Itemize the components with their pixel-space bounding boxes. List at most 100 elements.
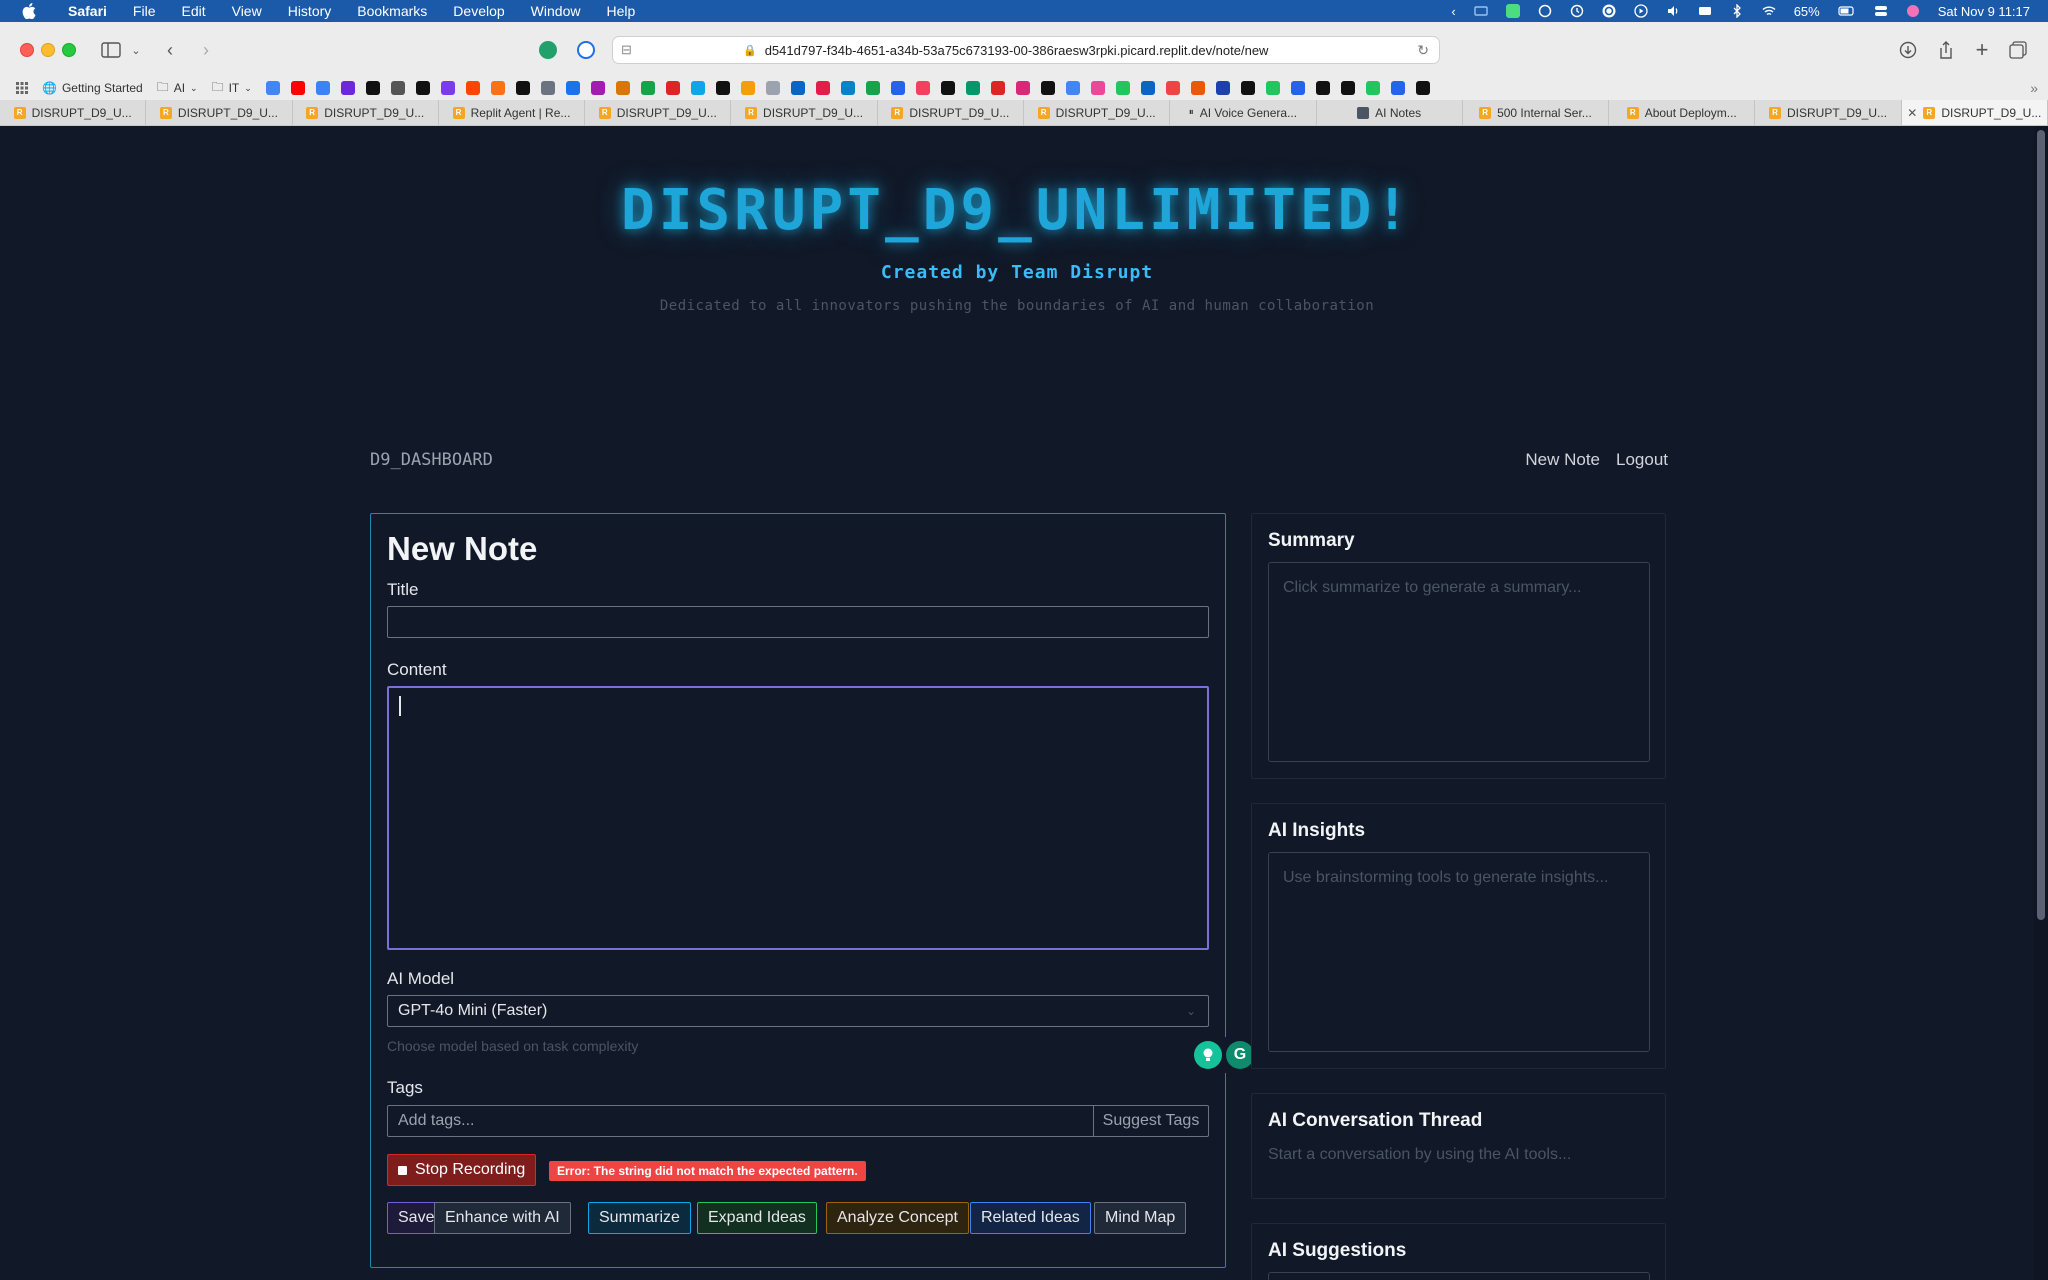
favorite-site-icon[interactable]: [765, 81, 780, 95]
enhance-with-ai-button[interactable]: Enhance with AI: [434, 1202, 571, 1234]
favorite-site-icon[interactable]: [465, 81, 480, 95]
favorite-site-icon[interactable]: [915, 81, 930, 95]
menu-window[interactable]: Window: [531, 3, 581, 19]
favorite-folder-ai[interactable]: 🗀 AI ⌄: [157, 78, 198, 99]
play-icon[interactable]: [1634, 4, 1648, 18]
favorite-site-icon[interactable]: [1290, 81, 1305, 95]
menu-app-name[interactable]: Safari: [68, 3, 107, 19]
grammarly-icon[interactable]: [1602, 4, 1616, 18]
browser-tab[interactable]: R DISRUPT_D9_U...: [146, 100, 293, 125]
favorite-site-icon[interactable]: [865, 81, 880, 95]
back-button[interactable]: ‹: [158, 36, 182, 64]
favorite-site-icon[interactable]: [1140, 81, 1155, 95]
favorite-site-icon[interactable]: [515, 81, 530, 95]
apple-logo-icon[interactable]: [20, 3, 38, 19]
related-ideas-button[interactable]: Related Ideas: [970, 1202, 1091, 1234]
favorite-site-icon[interactable]: [1265, 81, 1280, 95]
favorite-getting-started[interactable]: 🌐 Getting Started: [42, 81, 143, 95]
favorite-site-icon[interactable]: [1365, 81, 1380, 95]
favorite-site-icon[interactable]: [390, 81, 405, 95]
browser-tab[interactable]: ⏸ AI Voice Genera...: [1170, 100, 1317, 125]
favorite-site-icon[interactable]: [415, 81, 430, 95]
browser-tab[interactable]: R DISRUPT_D9_U...: [0, 100, 147, 125]
lightbulb-icon[interactable]: [1194, 1041, 1222, 1069]
new-tab-icon[interactable]: +: [1970, 36, 1994, 64]
browser-tab[interactable]: R About Deploym...: [1609, 100, 1756, 125]
more-favorites-icon[interactable]: »: [2030, 80, 2038, 96]
page-settings-icon[interactable]: ⊟: [621, 42, 632, 58]
favorite-site-icon[interactable]: [340, 81, 355, 95]
favorite-site-icon[interactable]: [890, 81, 905, 95]
grammarly-extension-icon[interactable]: [539, 41, 557, 59]
menu-view[interactable]: View: [232, 3, 262, 19]
feather-app-icon[interactable]: [1505, 4, 1520, 18]
control-center-icon[interactable]: [1874, 4, 1888, 18]
close-tab-icon[interactable]: ✕: [1907, 106, 1917, 120]
keyboard-icon[interactable]: [1698, 4, 1712, 18]
wifi-icon[interactable]: [1762, 4, 1776, 18]
dashboard-brand-link[interactable]: D9_DASHBOARD: [370, 450, 493, 470]
favorite-site-icon[interactable]: [1040, 81, 1055, 95]
browser-tab[interactable]: R DISRUPT_D9_U...: [878, 100, 1024, 125]
favorite-site-icon[interactable]: [990, 81, 1005, 95]
browser-tab[interactable]: R DISRUPT_D9_U...: [1024, 100, 1171, 125]
menu-help[interactable]: Help: [606, 3, 635, 19]
favorite-site-icon[interactable]: [615, 81, 630, 95]
zoom-window-button[interactable]: [62, 43, 76, 57]
favorite-site-icon[interactable]: [315, 81, 330, 95]
favorite-site-icon[interactable]: [840, 81, 855, 95]
menu-bookmarks[interactable]: Bookmarks: [357, 3, 427, 19]
menubar-clock[interactable]: Sat Nov 9 11:17: [1938, 4, 2030, 19]
share-icon[interactable]: [1934, 36, 1958, 64]
favorite-site-icon[interactable]: [640, 81, 655, 95]
tab-overview-icon[interactable]: [2006, 36, 2030, 64]
chevron-down-icon[interactable]: ⌄: [128, 36, 144, 64]
favorite-site-icon[interactable]: [965, 81, 980, 95]
grammarly-widget[interactable]: G: [1191, 1037, 1257, 1073]
new-note-link[interactable]: New Note: [1525, 450, 1600, 470]
browser-tab[interactable]: R 500 Internal Ser...: [1463, 100, 1610, 125]
browser-tab[interactable]: R DISRUPT_D9_U...: [585, 100, 732, 125]
favorite-site-icon[interactable]: [1165, 81, 1180, 95]
favorite-site-icon[interactable]: [565, 81, 580, 95]
favorite-site-icon[interactable]: [1015, 81, 1030, 95]
analyze-concept-button[interactable]: Analyze Concept: [826, 1202, 969, 1234]
favorite-site-icon[interactable]: [1065, 81, 1080, 95]
favorite-site-icon[interactable]: [1115, 81, 1130, 95]
favorite-site-icon[interactable]: [365, 81, 380, 95]
downloads-icon[interactable]: [1896, 36, 1920, 64]
battery-icon[interactable]: [1838, 4, 1856, 18]
favorite-site-icon[interactable]: [715, 81, 730, 95]
menu-develop[interactable]: Develop: [453, 3, 504, 19]
browser-tab[interactable]: R DISRUPT_D9_U...: [293, 100, 439, 125]
chatgpt-icon[interactable]: [1538, 4, 1552, 18]
volume-icon[interactable]: [1666, 4, 1680, 18]
stop-recording-button[interactable]: Stop Recording: [387, 1154, 537, 1186]
title-input[interactable]: [387, 606, 1209, 638]
favorite-site-icon[interactable]: [290, 81, 305, 95]
favorite-site-icon[interactable]: [1390, 81, 1405, 95]
favorite-site-icon[interactable]: [490, 81, 505, 95]
browser-tab[interactable]: R Replit Agent | Re...: [439, 100, 586, 125]
reload-icon[interactable]: ↻: [1417, 42, 1429, 59]
browser-tab[interactable]: R DISRUPT_D9_U...: [731, 100, 878, 125]
favorite-site-icon[interactable]: [790, 81, 805, 95]
favorite-site-icon[interactable]: [1215, 81, 1230, 95]
favorite-site-icon[interactable]: [1190, 81, 1205, 95]
favorite-site-icon[interactable]: [590, 81, 605, 95]
logout-link[interactable]: Logout: [1616, 450, 1668, 470]
suggest-tags-button[interactable]: Suggest Tags: [1093, 1106, 1208, 1136]
favorite-site-icon[interactable]: [265, 81, 280, 95]
favorite-site-icon[interactable]: [1090, 81, 1105, 95]
favorite-site-icon[interactable]: [1415, 81, 1430, 95]
expand-ideas-button[interactable]: Expand Ideas: [697, 1202, 817, 1234]
favorite-site-icon[interactable]: [540, 81, 555, 95]
menu-file[interactable]: File: [133, 3, 156, 19]
chevron-left-icon[interactable]: ‹: [1451, 4, 1455, 19]
content-textarea[interactable]: [387, 686, 1209, 950]
ai-model-select[interactable]: GPT-4o Mini (Faster) ⌄: [387, 995, 1209, 1027]
screen-mirror-icon[interactable]: [1474, 4, 1488, 18]
browser-tab[interactable]: R DISRUPT_D9_U...: [1755, 100, 1902, 125]
menu-history[interactable]: History: [288, 3, 332, 19]
sidebar-toggle-icon[interactable]: [98, 36, 124, 64]
